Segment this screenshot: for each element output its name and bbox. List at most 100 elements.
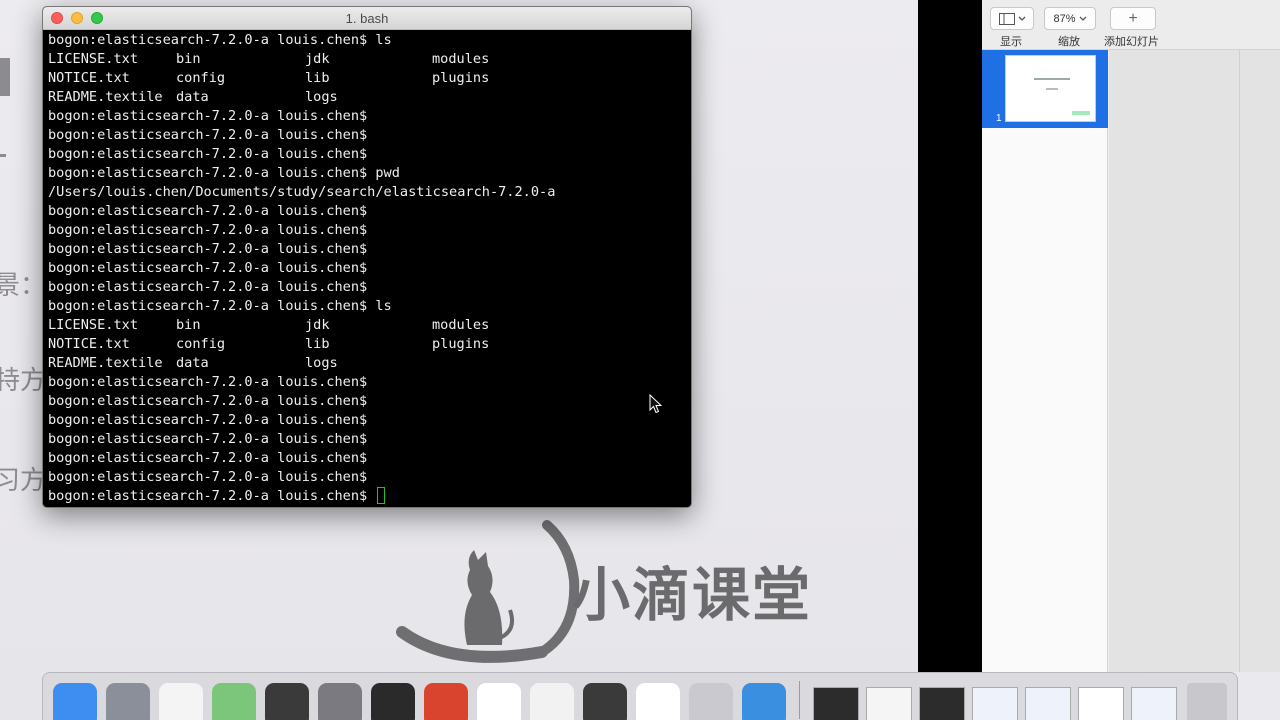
minimized-window-1-icon[interactable] [813, 687, 859, 720]
sidebar-view-icon [998, 12, 1015, 25]
listing-entry: plugins [432, 70, 490, 86]
slide-thumbnail[interactable] [1005, 55, 1096, 122]
terminal-listing-row: README.textile data logs [48, 354, 687, 373]
terminal-listing-row: LICENSE.txt bin jdk modules [48, 316, 687, 335]
terminal-listing-row: NOTICE.txt config lib plugins [48, 69, 687, 88]
listing-entry: jdk [305, 51, 330, 67]
listing-entry: modules [432, 51, 490, 67]
terminal-window[interactable]: 1. bash bogon:elasticsearch-7.2.0-a loui… [42, 6, 692, 508]
minimized-window-2-icon[interactable] [866, 687, 912, 720]
terminal-line: bogon:elasticsearch-7.2.0-a louis.chen$ [48, 374, 368, 390]
slide-navigator: 1 [982, 50, 1108, 672]
listing-entry: NOTICE.txt [48, 70, 130, 86]
add-slide-label: 添加幻灯片 [1104, 35, 1159, 48]
slide-text-fragment-1: 景： [0, 271, 47, 301]
terminal-line: bogon:elasticsearch-7.2.0-a louis.chen$ … [48, 298, 392, 314]
textedit-icon[interactable] [530, 683, 574, 720]
terminal-titlebar[interactable]: 1. bash [43, 7, 691, 30]
keynote-icon[interactable] [742, 683, 786, 720]
terminal-line: bogon:elasticsearch-7.2.0-a louis.chen$ [48, 431, 368, 447]
listing-entry: config [176, 336, 226, 352]
slide-dash-fragment [0, 154, 6, 157]
trash-icon[interactable] [1187, 683, 1227, 720]
terminal-line: bogon:elasticsearch-7.2.0-a louis.chen$ [48, 127, 368, 143]
terminal-output[interactable]: bogon:elasticsearch-7.2.0-a louis.chen$ … [48, 31, 687, 507]
terminal-line: bogon:elasticsearch-7.2.0-a louis.chen$ [48, 241, 368, 257]
baidu-netdisk-icon[interactable] [636, 683, 680, 720]
listing-entry: logs [305, 89, 338, 105]
terminal-line: bogon:elasticsearch-7.2.0-a louis.chen$ [48, 393, 368, 409]
slide-text-fragment-3: 习方 [0, 466, 47, 496]
listing-entry: lib [305, 336, 330, 352]
dock-separator [799, 681, 800, 719]
terminal-line: bogon:elasticsearch-7.2.0-a louis.chen$ [48, 279, 368, 295]
paw-icon[interactable] [424, 683, 468, 720]
keynote-toolbar: 显示 87% 缩放 + 添加幻灯片 [982, 0, 1280, 50]
terminal-line: bogon:elasticsearch-7.2.0-a louis.chen$ [48, 469, 368, 485]
listing-entry: LICENSE.txt [48, 51, 139, 67]
zoom-label: 缩放 [1058, 35, 1080, 48]
view-button[interactable] [990, 7, 1034, 30]
launchpad-icon[interactable] [106, 683, 150, 720]
terminal-line: bogon:elasticsearch-7.2.0-a louis.chen$ [48, 146, 368, 162]
listing-entry: jdk [305, 317, 330, 333]
listing-entry: bin [176, 51, 201, 67]
minimized-window-7-icon[interactable] [1131, 687, 1177, 720]
chevron-down-icon [1018, 16, 1025, 21]
terminal-line: bogon:elasticsearch-7.2.0-a louis.chen$ … [48, 32, 392, 48]
listing-entry: data [176, 89, 209, 105]
activity-monitor-icon[interactable] [583, 683, 627, 720]
finder-icon[interactable] [53, 683, 97, 720]
terminal-line: bogon:elasticsearch-7.2.0-a louis.chen$ [48, 108, 368, 124]
listing-entry: README.textile [48, 355, 163, 371]
terminal-prompt: bogon:elasticsearch-7.2.0-a louis.chen$ [48, 488, 376, 504]
terminal-listing-row: NOTICE.txt config lib plugins [48, 335, 687, 354]
minimized-window-5-icon[interactable] [1025, 687, 1071, 720]
listing-entry: README.textile [48, 89, 163, 105]
terminal-title: 1. bash [345, 11, 389, 26]
minimized-window-6-icon[interactable] [1078, 687, 1124, 720]
reminders-icon[interactable] [159, 683, 203, 720]
add-slide-button[interactable]: + [1110, 7, 1156, 30]
slide-thumbnail-selected[interactable]: 1 [982, 50, 1108, 128]
listing-entry: NOTICE.txt [48, 336, 130, 352]
minimized-window-4-icon[interactable] [972, 687, 1018, 720]
listing-entry: bin [176, 317, 201, 333]
terminal-icon[interactable] [371, 683, 415, 720]
terminal-line: bogon:elasticsearch-7.2.0-a louis.chen$ [48, 450, 368, 466]
listing-entry: modules [432, 317, 490, 333]
listing-entry: LICENSE.txt [48, 317, 139, 333]
text-cursor [377, 487, 386, 504]
view-label: 显示 [1000, 35, 1022, 48]
filmora-icon[interactable] [689, 683, 733, 720]
terminal-listing-row: LICENSE.txt bin jdk modules [48, 50, 687, 69]
minimized-window-3-icon[interactable] [919, 687, 965, 720]
chrome-icon[interactable] [477, 683, 521, 720]
mouse-pointer-icon [649, 394, 663, 414]
zoom-select[interactable]: 87% [1044, 7, 1096, 30]
listing-entry: data [176, 355, 209, 371]
chevron-down-icon [1079, 16, 1086, 21]
terminal-line: bogon:elasticsearch-7.2.0-a louis.chen$ [48, 412, 368, 428]
listing-entry: config [176, 70, 226, 86]
logo-text: 小滴课堂 [572, 561, 813, 629]
slide-canvas[interactable] [1109, 50, 1280, 672]
slide-letter-fragment [0, 58, 10, 96]
terminal-line: bogon:elasticsearch-7.2.0-a louis.chen$ [48, 203, 368, 219]
terminal-line: /Users/louis.chen/Documents/study/search… [48, 184, 556, 200]
terminal-line: bogon:elasticsearch-7.2.0-a louis.chen$ … [48, 165, 400, 181]
listing-entry: plugins [432, 336, 490, 352]
listing-entry: logs [305, 355, 338, 371]
window-gap [918, 0, 982, 672]
maps-icon[interactable] [212, 683, 256, 720]
system-preferences-icon[interactable] [318, 683, 362, 720]
sublime-text-icon[interactable] [265, 683, 309, 720]
dock [42, 672, 1238, 720]
plus-icon: + [1128, 9, 1138, 27]
keynote-window: 显示 87% 缩放 + 添加幻灯片 1 [982, 0, 1280, 672]
terminal-active-line[interactable]: bogon:elasticsearch-7.2.0-a louis.chen$ [48, 487, 687, 506]
zoom-value: 87% [1053, 12, 1076, 25]
listing-entry: lib [305, 70, 330, 86]
terminal-line: bogon:elasticsearch-7.2.0-a louis.chen$ [48, 222, 368, 238]
terminal-listing-row: README.textile data logs [48, 88, 687, 107]
